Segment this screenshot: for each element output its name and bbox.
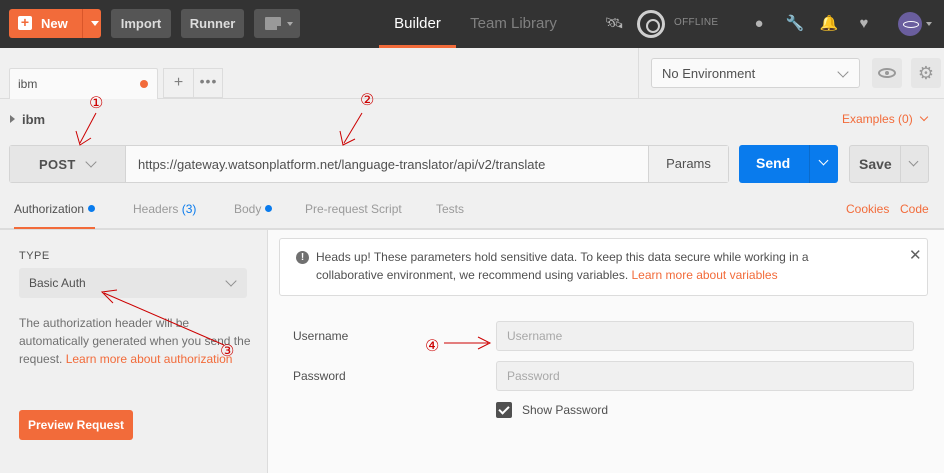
sensitive-data-notice: ! Heads up! These parameters hold sensit… — [279, 238, 928, 296]
send-button-label: Send — [756, 155, 791, 171]
unsaved-dot-icon[interactable] — [140, 80, 148, 88]
annotation-2: ② — [360, 90, 375, 109]
environment-select-label: No Environment — [662, 66, 756, 81]
auth-description: The authorization header will be automat… — [19, 314, 253, 368]
code-link[interactable]: Code — [900, 202, 929, 216]
method-select[interactable]: POST — [10, 146, 126, 182]
show-password-checkbox[interactable] — [496, 402, 512, 418]
new-window-icon — [265, 17, 285, 34]
caret-down-icon[interactable] — [91, 21, 99, 26]
add-tab-button[interactable]: + — [164, 69, 194, 97]
auth-body: TYPE Basic Auth The authorization header… — [0, 229, 944, 473]
show-password-label: Show Password — [522, 403, 609, 417]
type-label: TYPE — [19, 250, 50, 262]
eye-icon — [878, 68, 896, 78]
environment-quick-look-button[interactable] — [872, 58, 902, 88]
password-label: Password — [293, 369, 346, 383]
globe-icon[interactable]: ● — [749, 14, 769, 34]
username-field-wrap — [496, 321, 914, 351]
offline-status: OFFLINE — [674, 17, 719, 28]
learn-more-authorization-link[interactable]: Learn more about authorization — [66, 352, 233, 366]
username-input[interactable] — [497, 322, 913, 350]
nav-team-library-tab[interactable]: Team Library — [456, 0, 571, 48]
environment-select[interactable]: No Environment — [651, 58, 860, 88]
new-window-button[interactable] — [254, 9, 300, 38]
tab-pre-request-script[interactable]: Pre-request Script — [305, 202, 402, 229]
more-tabs-button[interactable]: ••• — [194, 69, 223, 97]
chevron-down-icon — [837, 66, 849, 78]
nav-builder-tab[interactable]: Builder — [379, 0, 456, 48]
bell-icon[interactable]: 🔔 — [819, 14, 839, 34]
import-button[interactable]: Import — [111, 9, 171, 38]
annotation-3: ③ — [220, 341, 235, 360]
wrench-icon[interactable]: 🔧 — [785, 14, 805, 34]
auth-type-value: Basic Auth — [29, 276, 86, 290]
request-tab[interactable]: ibm — [9, 68, 158, 99]
environment-area: No Environment ⚙ — [638, 48, 944, 99]
save-divider — [900, 146, 901, 182]
caret-down-icon[interactable] — [926, 22, 932, 26]
tab-actions: + ••• — [163, 68, 223, 98]
sync-status-icon[interactable] — [637, 10, 665, 38]
send-button[interactable]: Send — [739, 145, 838, 183]
method-label: POST — [39, 157, 76, 172]
preview-request-button[interactable]: Preview Request — [19, 410, 133, 440]
password-input[interactable] — [497, 362, 913, 390]
learn-more-variables-link[interactable]: Learn more about variables — [632, 268, 778, 282]
chevron-down-icon[interactable] — [818, 155, 829, 166]
request-tab-name: ibm — [18, 77, 38, 91]
request-subtabs: Authorization Headers (3) Body Pre-reque… — [0, 197, 944, 229]
notice-text: Heads up! These parameters hold sensitiv… — [316, 248, 876, 284]
caret-right-icon[interactable] — [10, 115, 15, 123]
save-button[interactable]: Save — [849, 145, 929, 183]
request-area: ibm Examples (0) POST https://gateway.wa… — [0, 99, 944, 229]
auth-type-select[interactable]: Basic Auth — [19, 268, 247, 298]
plus-icon: + — [18, 15, 32, 30]
annotation-4: ④ — [425, 336, 440, 355]
tab-body-label: Body — [234, 202, 262, 216]
tab-authorization[interactable]: Authorization — [14, 202, 96, 229]
satellite-icon[interactable]: 🛰 — [604, 14, 624, 34]
chevron-down-icon[interactable] — [919, 112, 929, 122]
chevron-down-icon[interactable] — [908, 156, 919, 167]
chevron-down-icon — [225, 275, 237, 287]
tab-authorization-label: Authorization — [14, 202, 85, 216]
new-button[interactable]: + New — [9, 9, 101, 38]
close-icon[interactable]: ✕ — [909, 246, 922, 264]
info-icon: ! — [296, 251, 309, 264]
tab-tests[interactable]: Tests — [436, 202, 464, 229]
tab-headers-label: Headers — [133, 202, 179, 216]
annotation-1: ① — [89, 93, 104, 112]
send-divider — [809, 145, 810, 183]
chevron-down-icon — [85, 156, 97, 168]
avatar[interactable] — [898, 12, 922, 36]
url-input[interactable]: https://gateway.watsonplatform.net/langu… — [138, 157, 545, 172]
save-button-label: Save — [859, 156, 892, 172]
caret-down-icon — [287, 22, 293, 26]
runner-button[interactable]: Runner — [181, 9, 244, 38]
request-name: ibm — [22, 112, 46, 127]
gear-icon: ⚙ — [917, 63, 935, 83]
new-button-label: New — [41, 16, 68, 31]
active-dot-icon — [265, 205, 273, 212]
cookies-link[interactable]: Cookies — [846, 202, 889, 216]
headers-count: (3) — [181, 202, 197, 216]
heart-icon[interactable]: ♥ — [854, 14, 874, 34]
top-header: + New Import Runner Builder Team Library… — [0, 0, 944, 48]
tab-headers[interactable]: Headers (3) — [133, 202, 196, 229]
examples-dropdown[interactable]: Examples (0) — [842, 112, 913, 126]
tab-body[interactable]: Body — [234, 202, 273, 229]
request-tab-strip: ibm + ••• No Environment ⚙ — [0, 48, 944, 99]
active-dot-icon — [88, 205, 96, 212]
password-field-wrap — [496, 361, 914, 391]
new-button-divider — [82, 9, 83, 38]
manage-environments-button[interactable]: ⚙ — [911, 58, 941, 88]
url-bar: POST https://gateway.watsonplatform.net/… — [9, 145, 729, 183]
params-button[interactable]: Params — [648, 146, 728, 182]
username-label: Username — [293, 329, 349, 343]
